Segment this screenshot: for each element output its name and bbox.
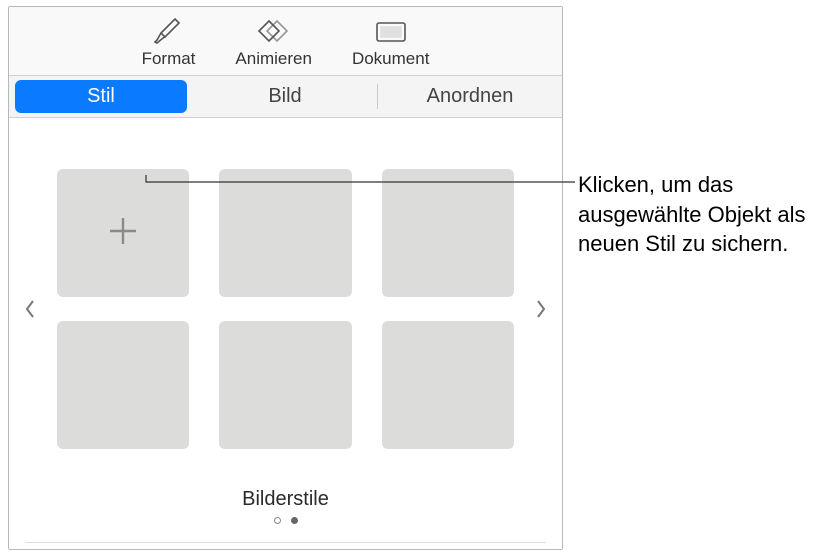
divider (25, 542, 546, 543)
inspector-panel: Format Animieren Dokument Stil (8, 6, 563, 550)
page-dots (9, 517, 562, 524)
toolbar-document[interactable]: Dokument (346, 15, 435, 69)
styles-prev-arrow[interactable] (17, 279, 43, 339)
style-tile[interactable] (382, 321, 514, 449)
toolbar-format[interactable]: Format (136, 15, 202, 69)
tab-image[interactable]: Bild (193, 76, 377, 117)
tabs-row: Stil Bild Anordnen (9, 76, 562, 118)
page-dot-1[interactable] (274, 517, 281, 524)
add-style-tile[interactable] (57, 169, 189, 297)
toolbar-animate-label: Animieren (235, 49, 312, 69)
toolbar-document-label: Dokument (352, 49, 429, 69)
styles-next-arrow[interactable] (528, 279, 554, 339)
toolbar: Format Animieren Dokument (9, 7, 562, 76)
style-tile[interactable] (57, 321, 189, 449)
styles-area (9, 118, 562, 470)
style-tile[interactable] (219, 169, 351, 297)
style-tile[interactable] (382, 169, 514, 297)
styles-footer: Bilderstile (9, 470, 562, 534)
styles-section-label: Bilderstile (9, 488, 562, 511)
paintbrush-icon (148, 15, 188, 47)
styles-grid (43, 169, 528, 449)
tab-style[interactable]: Stil (15, 80, 187, 113)
content-area: Bilderstile (9, 118, 562, 549)
callout-text: Klicken, um das ausgewählte Objekt als n… (578, 170, 830, 259)
tab-arrange-label: Anordnen (427, 85, 514, 108)
document-icon (371, 15, 411, 47)
plus-icon (101, 209, 145, 258)
diamond-icon (254, 15, 294, 47)
tab-style-label: Stil (87, 85, 115, 108)
style-tile[interactable] (219, 321, 351, 449)
toolbar-format-label: Format (142, 49, 196, 69)
toolbar-animate[interactable]: Animieren (229, 15, 318, 69)
tab-arrange[interactable]: Anordnen (378, 76, 562, 117)
page-dot-2[interactable] (291, 517, 298, 524)
tab-image-label: Bild (268, 85, 301, 108)
